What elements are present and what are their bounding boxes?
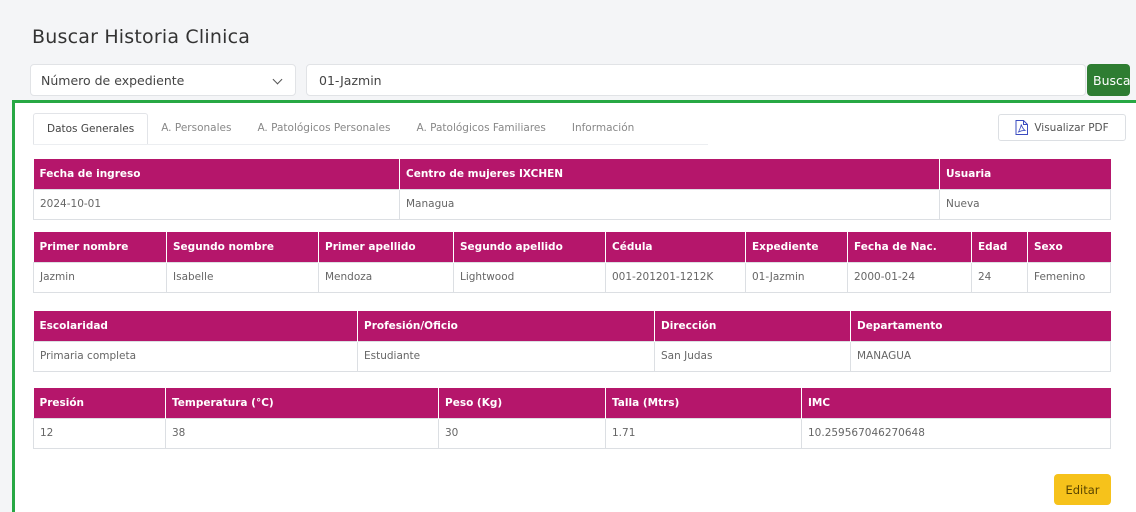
cell-primer-apellido: Mendoza <box>318 261 454 293</box>
header-profesion: Profesión/Oficio <box>357 311 655 341</box>
cell-talla: 1.71 <box>605 417 802 449</box>
cell-cedula: 001-201201-1212K <box>605 261 746 293</box>
header-peso: Peso (Kg) <box>438 388 606 418</box>
cell-departamento: MANAGUA <box>850 340 1111 372</box>
header-fecha-ingreso: Fecha de ingreso <box>33 159 400 189</box>
table-signos-vitales: Presión Temperatura (°C) Peso (Kg) Talla… <box>33 388 1111 449</box>
cell-escolaridad: Primaria completa <box>33 340 358 372</box>
table-row: Primaria completa Estudiante San Judas M… <box>33 340 1111 372</box>
header-imc: IMC <box>801 388 1111 418</box>
header-fecha-nac: Fecha de Nac. <box>847 232 972 262</box>
tab-divider <box>33 144 708 145</box>
search-type-select[interactable]: Número de expediente <box>30 64 296 96</box>
header-edad: Edad <box>971 232 1028 262</box>
table-row: 12 38 30 1.71 10.259567046270648 <box>33 417 1111 449</box>
tab-a-personales[interactable]: A. Personales <box>148 113 244 145</box>
chevron-down-icon <box>272 74 283 85</box>
table-ingreso: Fecha de ingreso Centro de mujeres IXCHE… <box>33 159 1111 220</box>
cell-sexo: Femenino <box>1027 261 1111 293</box>
table-escolaridad: Escolaridad Profesión/Oficio Dirección D… <box>33 311 1111 372</box>
header-expediente: Expediente <box>745 232 848 262</box>
header-primer-apellido: Primer apellido <box>318 232 454 262</box>
search-input[interactable]: 01-Jazmin <box>306 64 1086 96</box>
cell-presion: 12 <box>33 417 166 449</box>
tab-bar: Datos Generales A. Personales A. Patológ… <box>33 113 647 145</box>
header-sexo: Sexo <box>1027 232 1111 262</box>
cell-segundo-apellido: Lightwood <box>453 261 606 293</box>
header-direccion: Dirección <box>654 311 851 341</box>
results-panel: Datos Generales A. Personales A. Patológ… <box>12 100 1136 512</box>
cell-segundo-nombre: Isabelle <box>166 261 319 293</box>
cell-centro: Managua <box>399 188 940 220</box>
header-usuaria: Usuaria <box>939 159 1111 189</box>
cell-expediente: 01-Jazmin <box>745 261 848 293</box>
tab-datos-generales[interactable]: Datos Generales <box>33 113 149 145</box>
cell-primer-nombre: Jazmin <box>33 261 167 293</box>
cell-fecha-nac: 2000-01-24 <box>847 261 972 293</box>
table-row: Jazmin Isabelle Mendoza Lightwood 001-20… <box>33 261 1111 293</box>
header-escolaridad: Escolaridad <box>33 311 358 341</box>
tab-a-patologicos-familiares[interactable]: A. Patológicos Familiares <box>403 113 558 145</box>
cell-direccion: San Judas <box>654 340 851 372</box>
cell-profesion: Estudiante <box>357 340 655 372</box>
tab-a-patologicos-personales[interactable]: A. Patológicos Personales <box>244 113 403 145</box>
cell-fecha-ingreso: 2024-10-01 <box>33 188 400 220</box>
page-title: Buscar Historia Clinica <box>32 26 251 48</box>
cell-imc: 10.259567046270648 <box>801 417 1111 449</box>
cell-temperatura: 38 <box>165 417 439 449</box>
edit-button[interactable]: Editar <box>1054 474 1111 505</box>
header-departamento: Departamento <box>850 311 1111 341</box>
table-datos-personales: Primer nombre Segundo nombre Primer apel… <box>33 232 1111 293</box>
search-type-value: Número de expediente <box>41 73 185 88</box>
header-segundo-apellido: Segundo apellido <box>453 232 606 262</box>
cell-usuaria: Nueva <box>939 188 1111 220</box>
header-cedula: Cédula <box>605 232 746 262</box>
pdf-icon <box>1015 120 1029 135</box>
header-primer-nombre: Primer nombre <box>33 232 167 262</box>
search-button[interactable]: Buscar <box>1087 64 1130 96</box>
header-talla: Talla (Mtrs) <box>605 388 802 418</box>
view-pdf-label: Visualizar PDF <box>1034 121 1109 134</box>
header-temperatura: Temperatura (°C) <box>165 388 439 418</box>
header-presion: Presión <box>33 388 166 418</box>
search-bar: Número de expediente 01-Jazmin Buscar <box>30 64 1130 96</box>
header-segundo-nombre: Segundo nombre <box>166 232 319 262</box>
view-pdf-button[interactable]: Visualizar PDF <box>998 114 1126 141</box>
cell-edad: 24 <box>971 261 1028 293</box>
cell-peso: 30 <box>438 417 606 449</box>
tab-informacion[interactable]: Información <box>559 113 647 145</box>
page: Buscar Historia Clinica Número de expedi… <box>0 0 1136 512</box>
header-centro: Centro de mujeres IXCHEN <box>399 159 940 189</box>
table-row: 2024-10-01 Managua Nueva <box>33 188 1111 220</box>
